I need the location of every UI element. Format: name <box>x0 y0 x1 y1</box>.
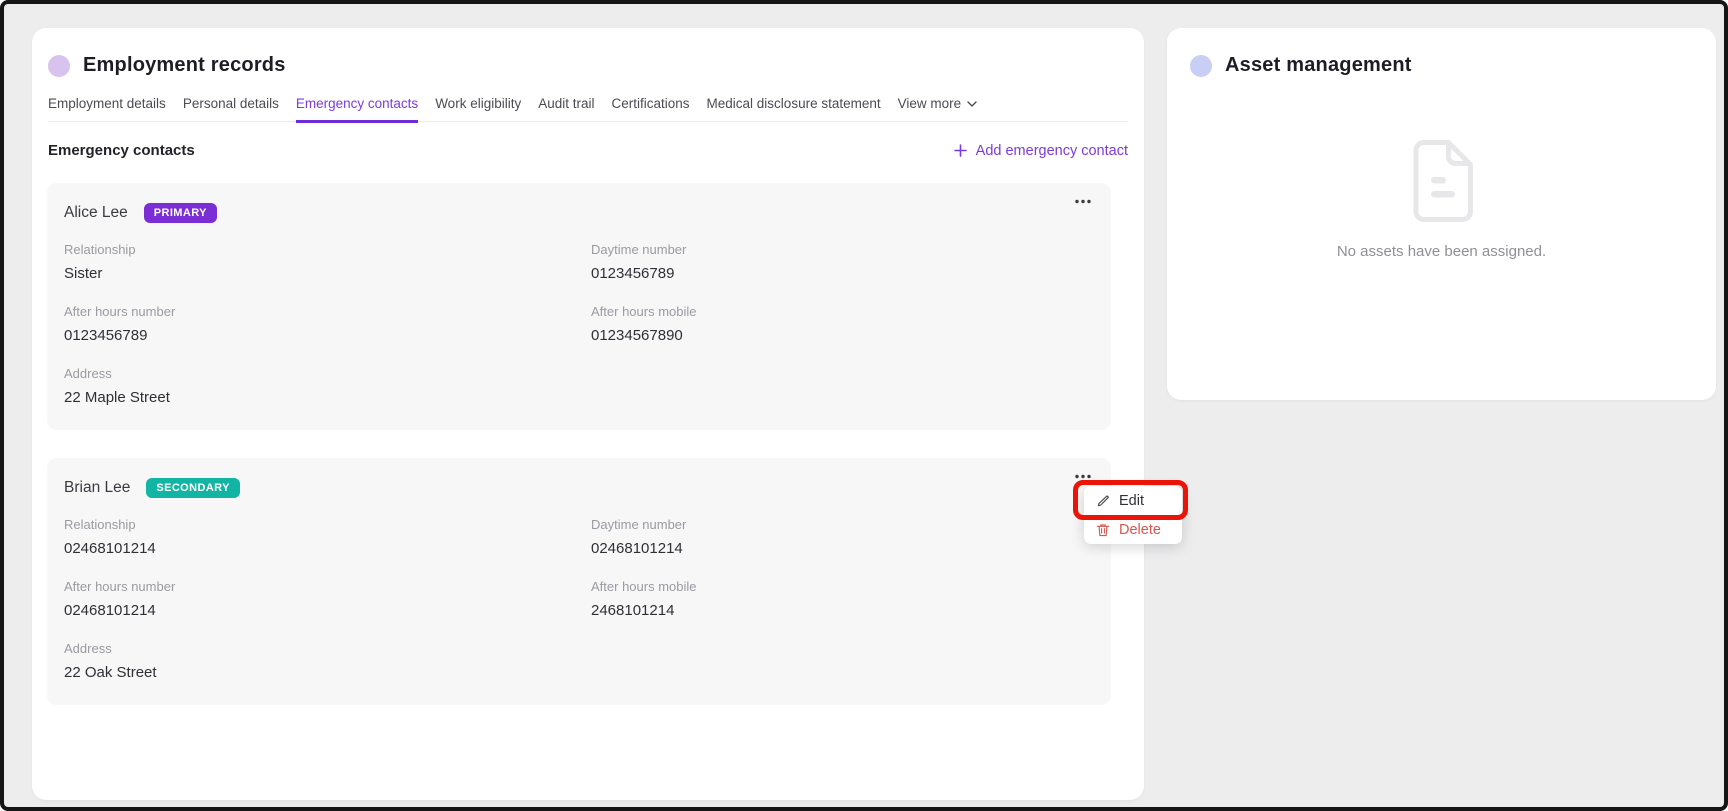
field-label: Relationship <box>64 517 591 532</box>
field-value: 01234567890 <box>591 327 1095 344</box>
kebab-icon <box>1075 474 1091 479</box>
screen: Employment records Employment details Pe… <box>0 0 1728 811</box>
field-value: 02468101214 <box>591 540 1095 557</box>
field-after-hours-mobile: After hours mobile 2468101214 <box>591 579 1095 619</box>
field-address: Address 22 Oak Street <box>64 641 591 681</box>
field-label: Daytime number <box>591 242 1095 257</box>
field-label: Address <box>64 366 591 381</box>
field-value: Sister <box>64 265 591 282</box>
field-label: After hours number <box>64 579 591 594</box>
tab-employment-details[interactable]: Employment details <box>48 92 166 123</box>
contact-more-actions-button[interactable] <box>1071 195 1095 208</box>
contact-name-row: Brian Lee SECONDARY <box>64 474 1095 501</box>
tab-personal-details[interactable]: Personal details <box>183 92 279 123</box>
tab-certifications[interactable]: Certifications <box>612 92 690 123</box>
asset-management-avatar <box>1190 55 1212 77</box>
add-emergency-contact-label: Add emergency contact <box>976 143 1128 159</box>
field-value: 2468101214 <box>591 602 1095 619</box>
field-label: After hours mobile <box>591 579 1095 594</box>
employment-records-avatar <box>48 55 70 77</box>
asset-empty-message: No assets have been assigned. <box>1337 243 1546 260</box>
tab-medical-disclosure-statement[interactable]: Medical disclosure statement <box>707 92 881 123</box>
field-daytime-number: Daytime number 02468101214 <box>591 517 1095 557</box>
contact-name: Brian Lee <box>64 479 130 497</box>
tab-work-eligibility[interactable]: Work eligibility <box>435 92 521 123</box>
field-value: 02468101214 <box>64 540 591 557</box>
menu-item-delete-label: Delete <box>1119 522 1161 538</box>
page-title: Employment records <box>83 54 286 77</box>
contact-actions-menu: Edit Delete <box>1084 486 1182 544</box>
field-value: 0123456789 <box>64 327 591 344</box>
tab-view-more[interactable]: View more <box>898 92 978 123</box>
tab-audit-trail[interactable]: Audit trail <box>538 92 594 123</box>
employment-records-panel: Employment records Employment details Pe… <box>32 28 1144 800</box>
field-label: Relationship <box>64 242 591 257</box>
field-address: Address 22 Maple Street <box>64 366 591 406</box>
contact-fields: Relationship 02468101214 Daytime number … <box>64 517 1095 681</box>
menu-item-delete[interactable]: Delete <box>1084 515 1182 544</box>
contact-card-alice-lee: Alice Lee PRIMARY Relationship Sister Da… <box>47 183 1111 430</box>
contact-name: Alice Lee <box>64 204 128 222</box>
menu-item-edit-label: Edit <box>1119 493 1144 509</box>
asset-empty-state: No assets have been assigned. <box>1167 139 1716 260</box>
add-emergency-contact-button[interactable]: Add emergency contact <box>954 143 1128 159</box>
contact-name-row: Alice Lee PRIMARY <box>64 199 1095 226</box>
plus-icon <box>954 144 967 157</box>
field-after-hours-number: After hours number 02468101214 <box>64 579 591 619</box>
contact-fields: Relationship Sister Daytime number 01234… <box>64 242 1095 406</box>
tab-view-more-label: View more <box>898 96 962 111</box>
asset-management-header: Asset management <box>1167 28 1716 77</box>
field-relationship: Relationship Sister <box>64 242 591 282</box>
contact-more-actions-button[interactable] <box>1071 470 1095 483</box>
asset-management-panel: Asset management No assets have been ass… <box>1167 28 1716 400</box>
employment-records-tabs: Employment details Personal details Emer… <box>48 92 1128 122</box>
chevron-down-icon <box>967 101 977 108</box>
employment-records-header: Employment records <box>32 28 1144 77</box>
field-value: 02468101214 <box>64 602 591 619</box>
contact-card-brian-lee: Brian Lee SECONDARY Relationship 0246810… <box>47 458 1111 705</box>
field-label: After hours number <box>64 304 591 319</box>
primary-badge: PRIMARY <box>144 203 217 223</box>
document-icon <box>1410 139 1474 223</box>
tab-emergency-contacts[interactable]: Emergency contacts <box>296 92 418 123</box>
field-label: After hours mobile <box>591 304 1095 319</box>
field-daytime-number: Daytime number 0123456789 <box>591 242 1095 282</box>
emergency-contacts-section-header: Emergency contacts Add emergency contact <box>48 142 1128 159</box>
field-after-hours-mobile: After hours mobile 01234567890 <box>591 304 1095 344</box>
field-value: 22 Maple Street <box>64 389 591 406</box>
secondary-badge: SECONDARY <box>146 478 239 498</box>
field-value: 22 Oak Street <box>64 664 591 681</box>
kebab-icon <box>1075 199 1091 204</box>
field-value: 0123456789 <box>591 265 1095 282</box>
field-label: Address <box>64 641 591 656</box>
asset-management-title: Asset management <box>1225 54 1412 77</box>
section-title: Emergency contacts <box>48 142 195 159</box>
field-after-hours-number: After hours number 0123456789 <box>64 304 591 344</box>
field-label: Daytime number <box>591 517 1095 532</box>
pencil-icon <box>1096 494 1110 508</box>
trash-icon <box>1096 523 1110 537</box>
menu-item-edit[interactable]: Edit <box>1084 486 1182 515</box>
field-relationship: Relationship 02468101214 <box>64 517 591 557</box>
